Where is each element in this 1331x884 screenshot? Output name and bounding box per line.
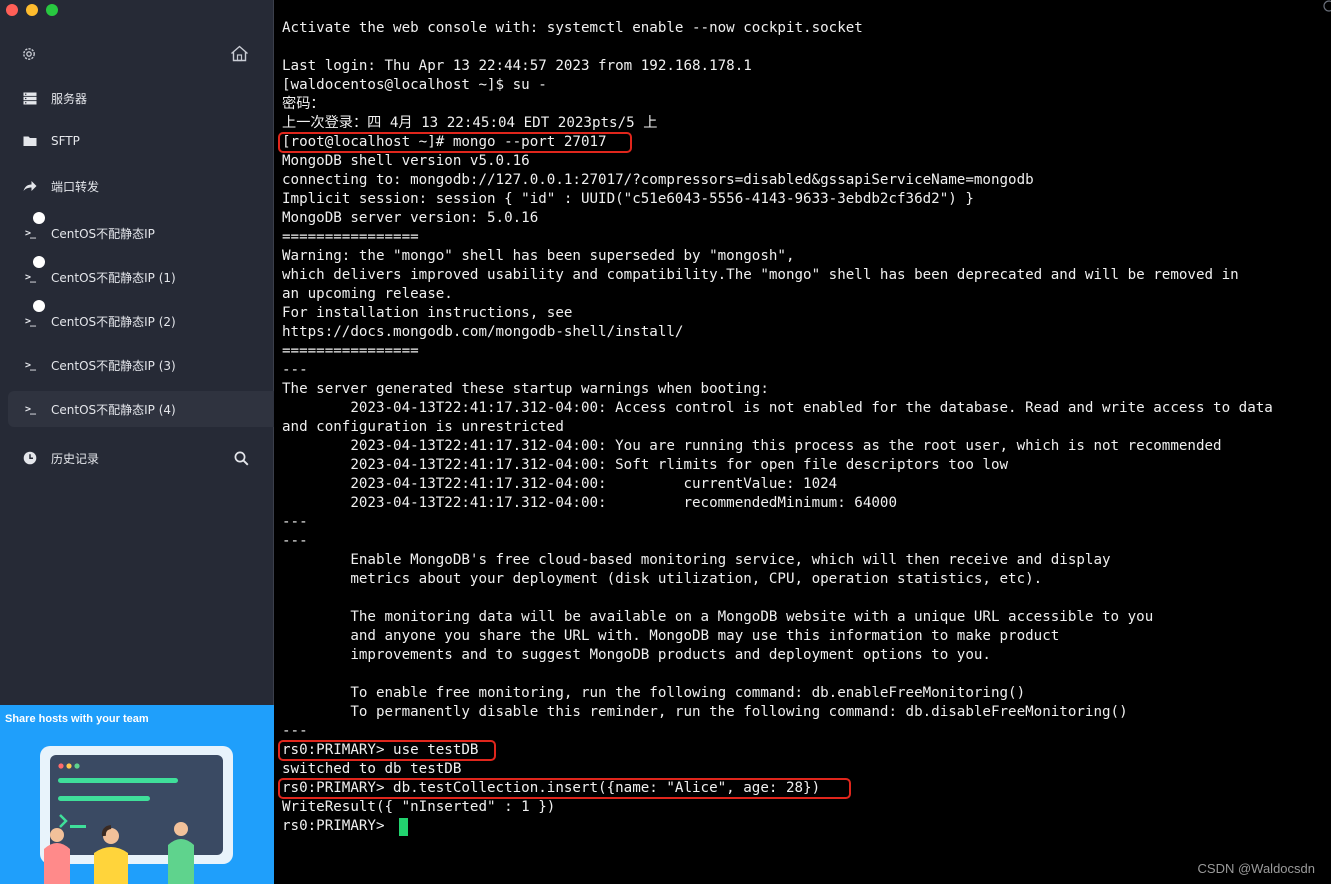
terminal-cursor	[399, 818, 408, 836]
sidebar-item-history[interactable]: 历史记录	[8, 440, 274, 476]
terminal-line: connecting to: mongodb://127.0.0.1:27017…	[282, 172, 1034, 188]
terminal-line: which delivers improved usability and co…	[282, 267, 1239, 283]
status-dot	[33, 212, 45, 224]
sidebar-item-label: 端口转发	[51, 179, 100, 194]
sidebar-item-label: SFTP	[51, 134, 80, 148]
sidebar-item-label: CentOS不配静态IP (4)	[51, 402, 176, 417]
terminal-icon: >_	[22, 300, 45, 329]
terminal-line: rs0:PRIMARY>	[282, 818, 394, 834]
terminal-line: ---	[282, 533, 308, 549]
port-forward-icon	[22, 178, 38, 194]
terminal-line: Last login: Thu Apr 13 22:44:57 2023 fro…	[282, 58, 752, 74]
terminal-line: and anyone you share the URL with. Mongo…	[282, 628, 1060, 644]
server-icon	[22, 90, 38, 106]
terminal-line: MongoDB server version: 5.0.16	[282, 210, 539, 226]
terminal-line: [waldocentos@localhost ~]$ su -	[282, 77, 547, 93]
sidebar-item-sftp[interactable]: SFTP	[8, 123, 274, 159]
terminal-line: MongoDB shell version v5.0.16	[282, 153, 530, 169]
terminal-icon: >_	[22, 256, 45, 285]
sidebar-item-servers[interactable]: 服务器	[8, 80, 274, 116]
share-hosts-promo[interactable]: Share hosts with your team	[0, 705, 274, 884]
close-window-button[interactable]	[6, 4, 18, 16]
minimize-window-button[interactable]	[26, 4, 38, 16]
sidebar-item-label: CentOS不配静态IP	[51, 226, 155, 241]
terminal-line: ---	[282, 362, 308, 378]
terminal-line: For installation instructions, see	[282, 305, 573, 321]
terminal-line: ================	[282, 343, 419, 359]
status-dot	[33, 256, 45, 268]
sidebar-item-host-centos-2[interactable]: >_ CentOS不配静态IP (2)	[8, 300, 274, 339]
terminal-icon: >_	[24, 403, 36, 415]
terminal-line: The server generated these startup warni…	[282, 381, 769, 397]
sidebar-item-label: CentOS不配静态IP (2)	[51, 314, 176, 329]
home-icon[interactable]	[230, 45, 249, 66]
terminal-line: The monitoring data will be available on…	[282, 609, 1154, 625]
terminal-icon: >_	[24, 359, 36, 371]
terminal-line: To enable free monitoring, run the follo…	[282, 685, 1026, 701]
scroll-indicator-icon	[1323, 0, 1331, 12]
terminal-line: 2023-04-13T22:41:17.312-04:00: Access co…	[282, 400, 1273, 416]
terminal-line: switched to db testDB	[282, 761, 462, 777]
window-controls	[6, 4, 58, 16]
terminal-line: 密码：	[282, 96, 325, 112]
gear-icon[interactable]	[21, 46, 37, 66]
sidebar-item-host-centos-3[interactable]: >_ CentOS不配静态IP (3)	[8, 347, 274, 383]
maximize-window-button[interactable]	[46, 4, 58, 16]
terminal-line: 2023-04-13T22:41:17.312-04:00: You are r…	[282, 438, 1222, 454]
terminal-line: 上一次登录：四 4月 13 22:45:04 EDT 2023pts/5 上	[282, 115, 658, 131]
sidebar-item-host-centos-4[interactable]: >_ CentOS不配静态IP (4)	[8, 391, 274, 427]
terminal-line: 2023-04-13T22:41:17.312-04:00: Soft rlim…	[282, 457, 1009, 473]
sidebar-item-label: 服务器	[51, 91, 88, 106]
terminal-line: ---	[282, 514, 308, 530]
terminal-line: metrics about your deployment (disk util…	[282, 571, 1043, 587]
highlight-box-use-db	[278, 740, 496, 761]
sidebar-item-label: 历史记录	[51, 451, 100, 466]
sidebar-item-label: CentOS不配静态IP (1)	[51, 270, 176, 285]
terminal-line: https://docs.mongodb.com/mongodb-shell/i…	[282, 324, 684, 340]
terminal-line: ---	[282, 723, 308, 739]
terminal-line: To permanently disable this reminder, ru…	[282, 704, 1128, 720]
terminal-line: an upcoming release.	[282, 286, 453, 302]
search-icon[interactable]	[234, 440, 249, 476]
terminal-line: and configuration is unrestricted	[282, 419, 564, 435]
sidebar: 服务器 SFTP 端口转发 >_ CentOS不配静态IP >_ CentOS不…	[0, 0, 274, 884]
history-icon	[22, 450, 38, 466]
terminal-line: Implicit session: session { "id" : UUID(…	[282, 191, 974, 207]
sidebar-item-label: CentOS不配静态IP (3)	[51, 358, 176, 373]
terminal-line: 2023-04-13T22:41:17.312-04:00: recommend…	[282, 495, 897, 511]
terminal-line: Enable MongoDB's free cloud-based monito…	[282, 552, 1111, 568]
status-dot	[33, 300, 45, 312]
terminal-line: improvements and to suggest MongoDB prod…	[282, 647, 991, 663]
sidebar-item-host-centos[interactable]: >_ CentOS不配静态IP	[8, 212, 274, 251]
terminal-icon: >_	[22, 212, 45, 241]
terminal-line: Activate the web console with: systemctl…	[282, 20, 863, 36]
team-illustration	[40, 746, 233, 884]
watermark: CSDN @Waldocsdn	[1197, 861, 1315, 876]
terminal-pane[interactable]: Activate the web console with: systemctl…	[274, 0, 1331, 884]
highlight-box-mongo-command	[278, 132, 632, 153]
terminal-line: ================	[282, 229, 419, 245]
terminal-line: Warning: the "mongo" shell has been supe…	[282, 248, 795, 264]
terminal-line: WriteResult({ "nInserted" : 1 })	[282, 799, 556, 815]
folder-icon	[22, 133, 38, 149]
sidebar-item-host-centos-1[interactable]: >_ CentOS不配静态IP (1)	[8, 256, 274, 295]
terminal-line: 2023-04-13T22:41:17.312-04:00: currentVa…	[282, 476, 838, 492]
sidebar-item-port-forwarding[interactable]: 端口转发	[8, 168, 274, 204]
highlight-box-insert	[278, 778, 851, 799]
